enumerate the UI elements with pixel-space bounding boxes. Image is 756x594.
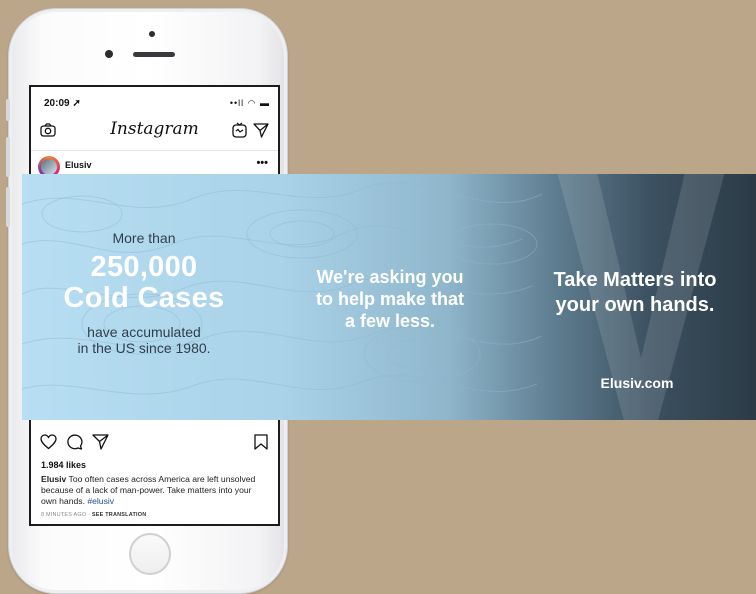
ask-line-3: a few less. [344,311,436,331]
more-than-text: More than [112,230,176,246]
app-header: Instagram [31,117,278,145]
see-translation-link[interactable]: SEE TRANSLATION [92,512,147,518]
ad-banner: More than 250,000 Cold Cases have accumu… [22,174,756,420]
volume-up-button [6,137,10,177]
post-meta: 8 MINUTES AGO · SEE TRANSLATION [41,512,146,518]
igtv-icon[interactable] [232,122,247,143]
since-line-2: in the US since 1980. [77,340,211,356]
post-username[interactable]: Elusiv [65,160,92,170]
ask-block: We're asking you to help make that a few… [290,266,490,332]
likes-count[interactable]: 1.984 likes [41,460,86,470]
cold-cases-text: Cold Cases [63,282,225,314]
cta-block: Take Matters into your own hands. [530,268,740,318]
status-icons: ••ll ◠ ▬ [229,98,270,108]
caption-username[interactable]: Elusiv [41,474,66,484]
more-options-icon[interactable]: ••• [256,157,268,169]
post-actions [31,434,278,456]
stat-block: More than 250,000 Cold Cases have accumu… [54,230,234,356]
cta-line-1: Take Matters into [553,269,717,291]
status-bar: 20:09 ➚ ••ll ◠ ▬ [31,87,278,119]
big-number: 250,000 [90,251,198,283]
hashtag-link[interactable]: #elusiv [87,496,114,506]
bookmark-icon[interactable] [254,434,268,455]
ask-line-2: to help make that [315,289,465,309]
proximity-sensor [149,31,155,37]
caption-text: Too often cases across America are left … [41,474,256,506]
home-button[interactable] [129,533,171,575]
post-caption: Elusiv Too often cases across America ar… [41,474,267,507]
website-link[interactable]: Elusiv.com [577,375,697,391]
post-time: 8 MINUTES AGO [41,512,87,518]
since-line-1: have accumulated [87,324,201,340]
front-camera [105,50,113,58]
cta-line-2: your own hands. [555,294,715,316]
comment-icon[interactable] [66,434,83,455]
earpiece-speaker [133,52,175,57]
heart-icon[interactable] [40,434,57,455]
direct-message-icon[interactable] [253,123,269,143]
status-time: 20:09 ➚ [44,98,81,109]
ask-line-1: We're asking you [316,267,464,287]
volume-down-button [6,187,10,227]
share-icon[interactable] [92,434,109,455]
mute-switch [6,99,10,121]
